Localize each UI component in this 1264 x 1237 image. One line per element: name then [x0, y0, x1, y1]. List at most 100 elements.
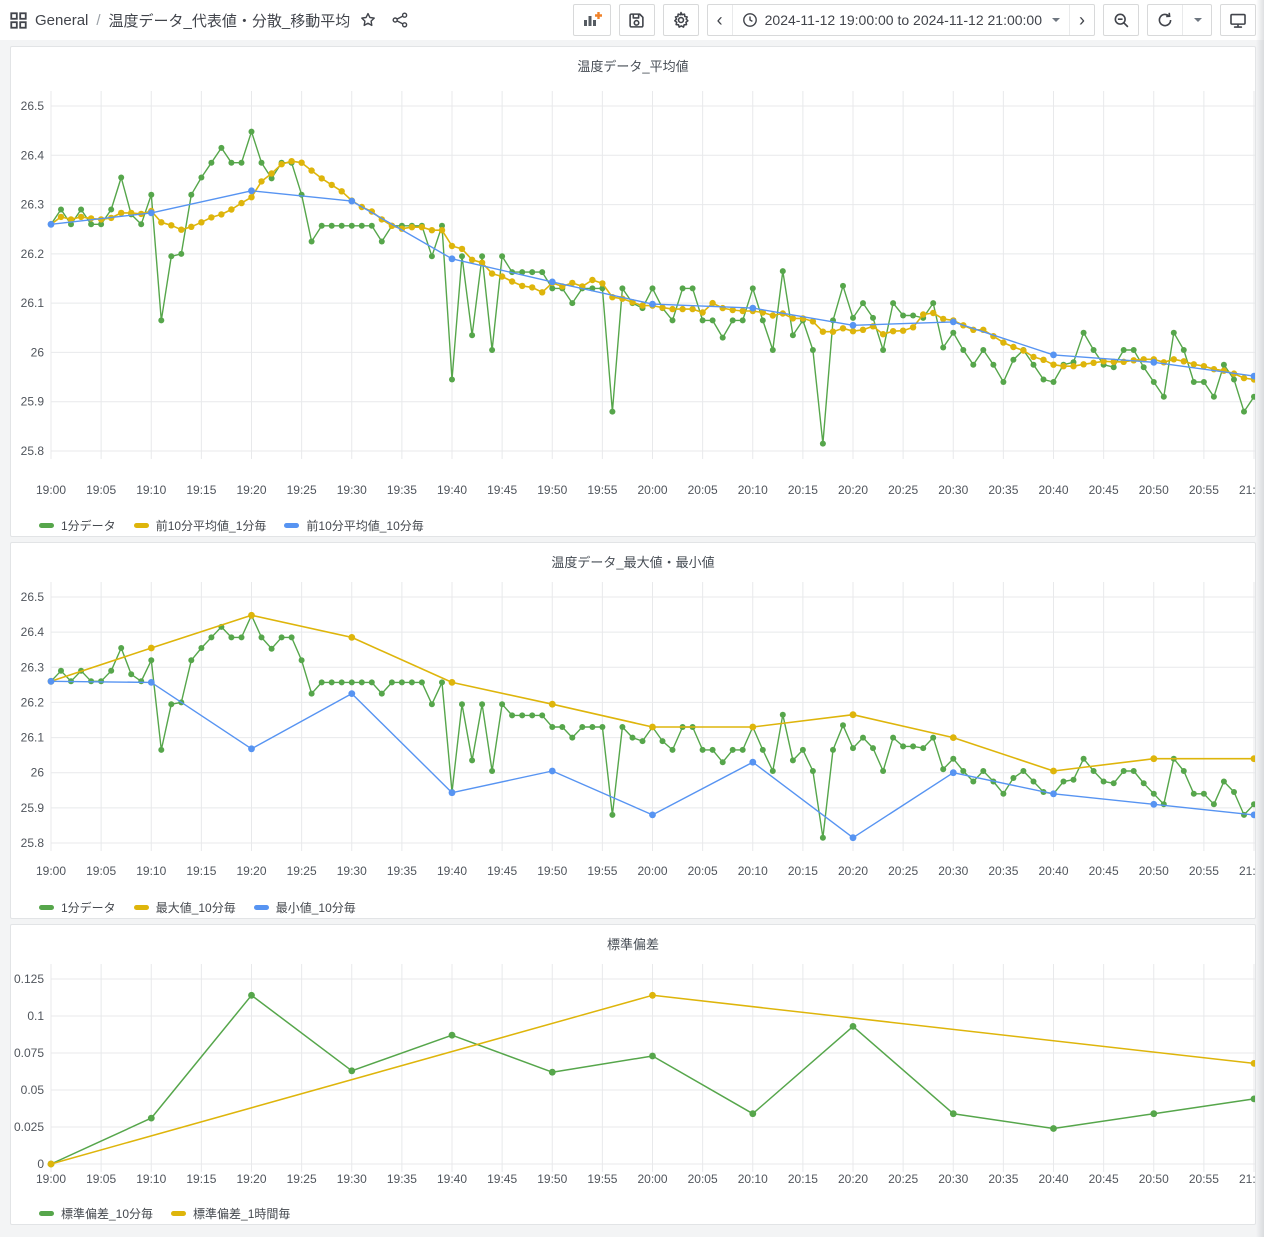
data-point[interactable]: [760, 317, 766, 323]
data-point[interactable]: [710, 747, 716, 753]
data-point[interactable]: [1050, 362, 1056, 368]
data-point[interactable]: [339, 223, 345, 229]
data-point[interactable]: [940, 766, 946, 772]
data-point[interactable]: [48, 678, 55, 685]
data-point[interactable]: [1251, 1096, 1255, 1103]
data-point[interactable]: [680, 285, 686, 291]
data-point[interactable]: [770, 347, 776, 353]
data-point[interactable]: [399, 679, 405, 685]
data-point[interactable]: [198, 175, 204, 181]
data-point[interactable]: [649, 724, 656, 731]
data-point[interactable]: [850, 1023, 857, 1030]
data-point[interactable]: [840, 283, 846, 289]
data-point[interactable]: [359, 679, 365, 685]
data-point[interactable]: [48, 221, 55, 228]
data-point[interactable]: [599, 724, 605, 730]
data-point[interactable]: [1050, 768, 1057, 775]
data-point[interactable]: [609, 409, 615, 415]
data-point[interactable]: [679, 306, 685, 312]
data-point[interactable]: [228, 634, 234, 640]
time-range-button[interactable]: 2024-11-12 19:00:00 to 2024-11-12 21:00:…: [732, 5, 1069, 35]
data-point[interactable]: [449, 243, 455, 249]
data-point[interactable]: [509, 278, 515, 284]
data-point[interactable]: [489, 768, 495, 774]
data-point[interactable]: [339, 679, 345, 685]
data-point[interactable]: [1080, 361, 1086, 367]
data-point[interactable]: [1050, 1125, 1057, 1132]
data-point[interactable]: [489, 270, 495, 276]
data-point[interactable]: [970, 779, 976, 785]
data-point[interactable]: [178, 251, 184, 257]
data-point[interactable]: [248, 187, 255, 194]
data-point[interactable]: [569, 300, 575, 306]
data-point[interactable]: [1211, 801, 1217, 807]
data-point[interactable]: [720, 305, 726, 311]
legend-item-1分データ[interactable]: 1分データ: [39, 517, 116, 534]
data-point[interactable]: [820, 835, 826, 841]
data-point[interactable]: [709, 300, 715, 306]
data-point[interactable]: [749, 305, 756, 312]
data-point[interactable]: [58, 668, 64, 674]
data-point[interactable]: [1201, 791, 1207, 797]
data-point[interactable]: [1161, 801, 1167, 807]
data-point[interactable]: [810, 347, 816, 353]
data-point[interactable]: [1031, 779, 1037, 785]
data-point[interactable]: [389, 679, 395, 685]
data-point[interactable]: [349, 679, 355, 685]
data-point[interactable]: [1201, 379, 1207, 385]
data-point[interactable]: [780, 712, 786, 718]
data-point[interactable]: [178, 227, 184, 233]
data-point[interactable]: [539, 269, 545, 275]
refresh-interval-button[interactable]: [1182, 5, 1211, 35]
data-point[interactable]: [920, 311, 926, 317]
data-point[interactable]: [800, 747, 806, 753]
data-point[interactable]: [78, 214, 84, 220]
data-point[interactable]: [1131, 347, 1137, 353]
data-point[interactable]: [649, 1053, 656, 1060]
data-point[interactable]: [1050, 790, 1057, 797]
data-point[interactable]: [930, 310, 936, 316]
data-point[interactable]: [369, 223, 375, 229]
grid-icon[interactable]: [10, 12, 27, 29]
data-point[interactable]: [810, 768, 816, 774]
data-point[interactable]: [419, 224, 425, 230]
data-point[interactable]: [339, 188, 345, 194]
series-前10分平均値_1分毎[interactable]: [48, 158, 1255, 383]
data-point[interactable]: [1091, 347, 1097, 353]
data-point[interactable]: [730, 747, 736, 753]
data-point[interactable]: [158, 219, 164, 225]
data-point[interactable]: [148, 645, 155, 652]
data-point[interactable]: [880, 768, 886, 774]
data-point[interactable]: [58, 214, 64, 220]
data-point[interactable]: [469, 332, 475, 338]
data-point[interactable]: [208, 634, 214, 640]
data-point[interactable]: [740, 308, 746, 314]
data-point[interactable]: [1231, 789, 1237, 795]
data-point[interactable]: [1251, 812, 1255, 819]
data-point[interactable]: [439, 227, 445, 233]
data-point[interactable]: [599, 280, 605, 286]
data-point[interactable]: [469, 257, 475, 263]
data-point[interactable]: [1010, 344, 1016, 350]
data-point[interactable]: [1181, 768, 1187, 774]
data-point[interactable]: [1251, 1060, 1255, 1067]
data-point[interactable]: [960, 347, 966, 353]
data-point[interactable]: [1040, 357, 1046, 363]
data-point[interactable]: [1251, 755, 1255, 762]
data-point[interactable]: [760, 747, 766, 753]
data-point[interactable]: [830, 329, 836, 335]
data-point[interactable]: [699, 309, 705, 315]
data-point[interactable]: [619, 724, 625, 730]
data-point[interactable]: [1061, 779, 1067, 785]
data-point[interactable]: [850, 315, 856, 321]
data-point[interactable]: [239, 160, 245, 166]
data-point[interactable]: [950, 330, 956, 336]
data-point[interactable]: [1251, 394, 1255, 400]
chart-canvas[interactable]: 19:0019:0519:1019:1519:2019:2519:3019:35…: [11, 953, 1255, 1195]
data-point[interactable]: [348, 634, 355, 641]
data-point[interactable]: [258, 178, 264, 184]
data-point[interactable]: [248, 612, 255, 619]
data-point[interactable]: [419, 679, 425, 685]
series-1分データ[interactable]: [48, 129, 1255, 447]
data-point[interactable]: [569, 735, 575, 741]
